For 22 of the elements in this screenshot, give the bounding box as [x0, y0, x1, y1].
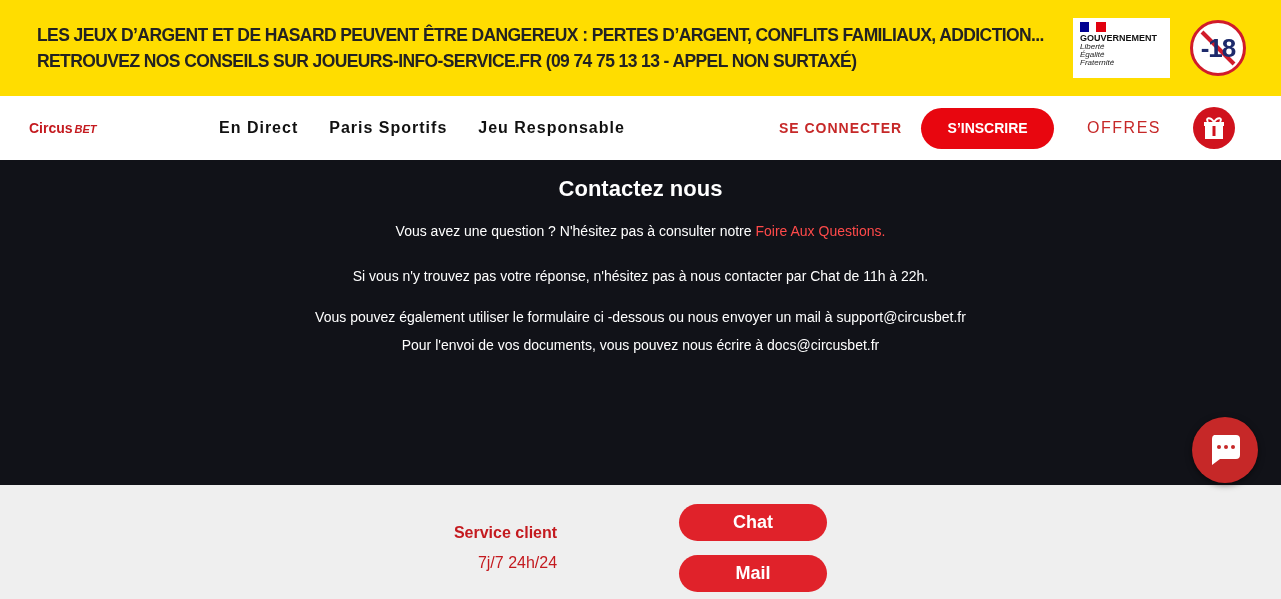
service-hours: 7j/7 24h/24: [477, 554, 558, 572]
contact-button[interactable]: Chat: [679, 504, 828, 541]
service-label: Service client: [453, 524, 558, 542]
government-logo: GOUVERNEMENT Liberté Égalité Fraternité: [1073, 18, 1170, 78]
info-text: Vous avez une question ? N'hésitez pas à consulter notre Foire Aux Questions.: [395, 223, 886, 239]
gift-icon[interactable]: [1193, 107, 1235, 149]
flag-icon: [1080, 22, 1106, 32]
logo[interactable]: CircusBET: [29, 120, 219, 136]
faq-link[interactable]: Foire Aux Questions.: [755, 223, 886, 239]
nav-link[interactable]: Paris Sportifs: [329, 119, 448, 137]
signup-button[interactable]: S’INSCRIRE: [921, 107, 1055, 149]
offers-link[interactable]: OFFRES: [1087, 119, 1161, 137]
info-text: Pour l'envoi de vos documents, vous pouvez nous écrire à docs@circusbet.fr: [401, 337, 880, 353]
nav-link[interactable]: En Direct: [219, 119, 299, 137]
info-text: Vous pouvez également utiliser le formulaire ci -dessous ou nous envoyer un mail à support@circusbet.fr: [315, 309, 966, 325]
login-link[interactable]: SE CONNECTER: [778, 120, 903, 136]
contact-button[interactable]: Mail: [679, 555, 828, 592]
warning-text: LES JEUX D’ARGENT ET DE HASARD PEUVENT ÊTRE DANGEREUX : PERTES D’ARGENT, CONFLITS FAMILIAUX, ADDICTION...: [37, 23, 1045, 47]
info-text: Si vous n'y trouvez pas votre réponse, n'hésitez pas à nous contacter par Chat de 11h à 22h.: [352, 268, 929, 284]
nav-link[interactable]: Jeu Responsable: [478, 119, 625, 137]
page-title: Contactez nous: [558, 176, 723, 202]
warning-text: RETROUVEZ NOS CONSEILS SUR JOUEURS-INFO-SERVICE.FR (09 74 75 13 13 - APPEL NON SURTAXÉ): [37, 49, 858, 73]
